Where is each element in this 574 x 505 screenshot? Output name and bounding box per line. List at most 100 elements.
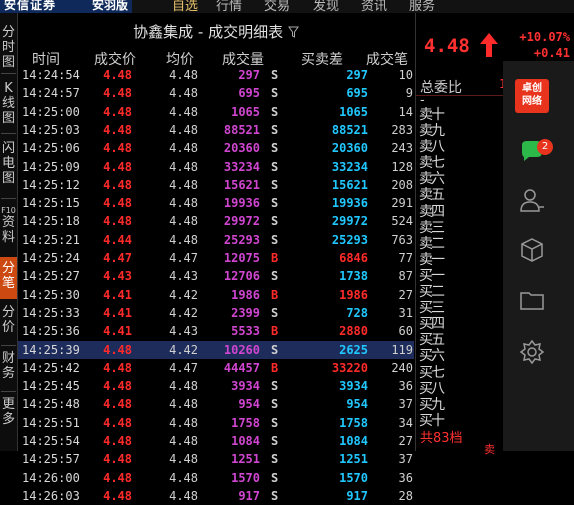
sell-level-label: 卖四 xyxy=(419,203,445,220)
table-row[interactable]: 14:26:03 4.48 4.48 917 S 917 28 xyxy=(18,487,414,505)
trade-side: S xyxy=(271,452,279,467)
table-row[interactable]: 14:25:30 4.41 4.42 1986 B 1986 27 xyxy=(18,286,414,304)
table-row[interactable]: 14:25:18 4.48 4.48 29972 S 29972 524 xyxy=(18,212,414,230)
trade-price: 4.48 xyxy=(103,342,132,357)
trade-time: 14:25:39 xyxy=(22,342,80,357)
trade-buy-sell-diff: 728 xyxy=(346,305,368,320)
trade-avg-price: 4.48 xyxy=(169,141,198,156)
trade-buy-sell-diff: 3934 xyxy=(339,379,368,394)
trade-avg-price: 4.48 xyxy=(169,159,198,174)
trade-volume: 20360 xyxy=(223,141,260,156)
contacts-icon[interactable] xyxy=(517,185,547,215)
trade-avg-price: 4.48 xyxy=(169,232,198,247)
tab-fenshitu[interactable]: 分时图 xyxy=(0,25,17,70)
divider xyxy=(416,95,504,96)
tab-caiwu[interactable]: 财务 xyxy=(0,351,17,381)
table-row[interactable]: 14:26:00 4.48 4.48 1570 S 1570 36 xyxy=(18,469,414,487)
brand-name: 安信证券 xyxy=(4,0,57,12)
nav-hangqing[interactable]: 行情 xyxy=(216,0,242,13)
sell-level-label: 卖二 xyxy=(419,235,445,252)
trade-count: 14 xyxy=(398,104,413,119)
buy-level-label: 买三 xyxy=(419,300,445,317)
settings-gear-icon[interactable] xyxy=(517,337,547,367)
trade-volume: 2399 xyxy=(231,305,260,320)
table-row[interactable]: 14:25:33 4.41 4.42 2399 S 728 31 xyxy=(18,304,414,322)
tab-shandiantu[interactable]: 闪电图 xyxy=(0,141,17,186)
trade-side: S xyxy=(271,470,279,485)
trade-volume: 954 xyxy=(238,397,260,412)
table-row[interactable]: 14:25:27 4.43 4.43 12706 S 1738 87 xyxy=(18,267,414,285)
table-row[interactable]: 14:25:54 4.48 4.48 1084 S 1084 27 xyxy=(18,432,414,450)
table-row[interactable]: 14:25:21 4.44 4.48 25293 S 25293 763 xyxy=(18,231,414,249)
buy-level-label: 买四 xyxy=(419,316,445,333)
buy-level-label: 买九 xyxy=(419,396,445,413)
nav-zixuan[interactable]: 自选 xyxy=(172,0,198,13)
nav-jiaoyi[interactable]: 交易 xyxy=(264,0,290,13)
table-row[interactable]: 14:25:09 4.48 4.48 33234 S 33234 128 xyxy=(18,158,414,176)
tab-f10[interactable]: F10 资料 xyxy=(0,206,17,245)
trade-price: 4.41 xyxy=(103,305,132,320)
trade-count: 37 xyxy=(398,452,413,467)
table-row[interactable]: 14:25:48 4.48 4.48 954 S 954 37 xyxy=(18,395,414,413)
filter-icon[interactable] xyxy=(287,26,299,38)
table-row[interactable]: 14:25:24 4.47 4.47 12075 B 6846 77 xyxy=(18,249,414,267)
trade-side: S xyxy=(271,342,279,357)
trade-avg-price: 4.48 xyxy=(169,68,198,82)
trade-time: 14:25:18 xyxy=(22,214,80,229)
trade-count: 31 xyxy=(398,305,413,320)
trade-volume: 44457 xyxy=(223,360,260,375)
trade-side: S xyxy=(271,415,279,430)
sell-level-label: 卖一 xyxy=(419,251,445,268)
tab-fenbi[interactable]: 分笔 xyxy=(0,257,17,299)
trade-volume: 88521 xyxy=(223,122,260,137)
tab-fenjia[interactable]: 分价 xyxy=(0,305,17,335)
nav-zixun[interactable]: 资讯 xyxy=(361,0,387,13)
sell-level-label: 卖六 xyxy=(419,171,445,188)
trade-price: 4.48 xyxy=(103,214,132,229)
table-row[interactable]: 14:25:39 4.48 4.42 10260 S 2625 119 xyxy=(18,340,414,359)
trade-volume: 917 xyxy=(238,488,260,503)
table-row[interactable]: 14:25:12 4.48 4.48 15621 S 15621 208 xyxy=(18,176,414,194)
nav-faxian[interactable]: 发现 xyxy=(313,0,339,13)
zhuochuang-icon[interactable]: 卓创 网络 xyxy=(515,79,549,113)
trade-buy-sell-diff: 695 xyxy=(346,86,368,101)
trade-time: 14:25:57 xyxy=(22,452,80,467)
panel-title: 协鑫集成 - 成交明细表 xyxy=(18,21,414,42)
trade-volume: 1986 xyxy=(231,287,260,302)
folder-icon[interactable] xyxy=(517,285,547,315)
sell-level-label: 卖三 xyxy=(419,219,445,236)
trade-price: 4.48 xyxy=(103,488,132,503)
trade-avg-price: 4.47 xyxy=(169,360,198,375)
trade-price: 4.48 xyxy=(103,397,132,412)
table-row[interactable]: 14:25:45 4.48 4.48 3934 S 3934 36 xyxy=(18,377,414,395)
table-row[interactable]: 14:25:42 4.48 4.47 44457 B 33220 240 xyxy=(18,359,414,377)
sell-level-label: 卖五 xyxy=(419,187,445,204)
table-row[interactable]: 14:25:36 4.41 4.43 5533 B 2880 60 xyxy=(18,322,414,340)
table-row[interactable]: 14:24:57 4.48 4.48 695 S 695 9 xyxy=(18,84,414,102)
tab-more[interactable]: 更多 xyxy=(0,397,17,427)
trade-price: 4.48 xyxy=(103,86,132,101)
trade-time: 14:25:54 xyxy=(22,434,80,448)
table-row[interactable]: 14:25:57 4.48 4.48 1251 S 1251 37 xyxy=(18,450,414,468)
nav-fuwu[interactable]: 服务 xyxy=(409,0,435,13)
trade-volume: 10260 xyxy=(223,342,260,357)
table-row[interactable]: 14:25:06 4.48 4.48 20360 S 20360 243 xyxy=(18,139,414,157)
trade-price: 4.48 xyxy=(103,177,132,192)
trade-avg-price: 4.48 xyxy=(169,214,198,229)
cube-icon[interactable] xyxy=(517,235,547,265)
trade-avg-price: 4.48 xyxy=(169,488,198,503)
trade-time: 14:24:54 xyxy=(22,68,80,82)
table-row[interactable]: 14:24:54 4.48 4.48 297 S 297 10 xyxy=(18,66,414,84)
buy-level-label: 买二 xyxy=(419,284,445,301)
trade-price: 4.48 xyxy=(103,470,132,485)
trade-buy-sell-diff: 33234 xyxy=(331,159,368,174)
table-row[interactable]: 14:25:00 4.48 4.48 1065 S 1065 14 xyxy=(18,103,414,121)
trade-avg-price: 4.48 xyxy=(169,104,198,119)
trade-buy-sell-diff: 917 xyxy=(346,488,368,503)
table-row[interactable]: 14:25:03 4.48 4.48 88521 S 88521 283 xyxy=(18,121,414,139)
tab-kxiantu[interactable]: K线图 xyxy=(0,81,17,126)
table-row[interactable]: 14:25:51 4.48 4.48 1758 S 1758 34 xyxy=(18,414,414,432)
trade-volume: 1570 xyxy=(231,470,260,485)
trade-time: 14:25:24 xyxy=(22,251,80,265)
table-row[interactable]: 14:25:15 4.48 4.48 19936 S 19936 291 xyxy=(18,194,414,212)
